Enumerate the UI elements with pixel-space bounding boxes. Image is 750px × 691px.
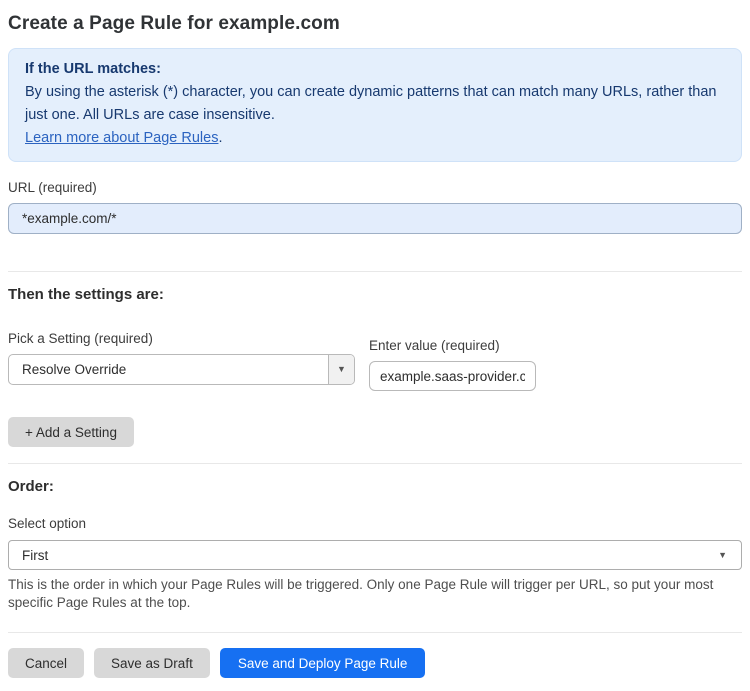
cancel-button[interactable]: Cancel (8, 648, 85, 678)
order-select-label: Select option (8, 516, 87, 531)
caret-down-icon: ▼ (337, 364, 346, 374)
setting-value-column: Enter value (required) (369, 338, 536, 391)
info-box-heading: If the URL matches: (25, 61, 161, 77)
setting-picker-label: Pick a Setting (required) (8, 331, 153, 346)
add-setting-button[interactable]: + Add a Setting (8, 417, 134, 447)
url-input[interactable] (8, 203, 742, 234)
form-actions: Cancel Save as Draft Save and Deploy Pag… (8, 648, 742, 678)
setting-picker-dropdown[interactable]: Resolve Override ▼ (8, 354, 355, 385)
value-field-label: Enter value (required) (369, 338, 500, 353)
order-select[interactable]: First ▼ (8, 540, 742, 570)
info-box-body: By using the asterisk (*) character, you… (25, 84, 717, 123)
order-help-text: This is the order in which your Page Rul… (8, 577, 714, 610)
section-divider (8, 271, 742, 272)
link-suffix: . (218, 130, 223, 146)
page-rule-form: Create a Page Rule for example.com If th… (0, 0, 750, 691)
setting-value-input[interactable] (369, 361, 536, 391)
settings-row: Pick a Setting (required) Resolve Overri… (8, 331, 742, 391)
caret-down-icon: ▼ (718, 549, 727, 560)
order-section-heading: Order: (8, 478, 54, 495)
url-match-info-box: If the URL matches: By using the asteris… (8, 48, 742, 162)
save-as-draft-button[interactable]: Save as Draft (94, 648, 210, 678)
setting-picker-column: Pick a Setting (required) Resolve Overri… (8, 331, 355, 391)
setting-picker-value: Resolve Override (22, 362, 127, 377)
section-divider (8, 632, 742, 633)
url-field-label: URL (required) (8, 180, 97, 195)
section-divider (8, 463, 742, 464)
settings-section-heading: Then the settings are: (8, 286, 164, 303)
order-selected-option: First (22, 547, 49, 563)
info-box-link-line: Learn more about Page Rules. (25, 127, 725, 150)
setting-picker-caret-button[interactable]: ▼ (328, 355, 354, 384)
page-title: Create a Page Rule for example.com (8, 13, 340, 34)
save-and-deploy-button[interactable]: Save and Deploy Page Rule (219, 648, 426, 678)
learn-more-link[interactable]: Learn more about Page Rules (25, 130, 218, 146)
